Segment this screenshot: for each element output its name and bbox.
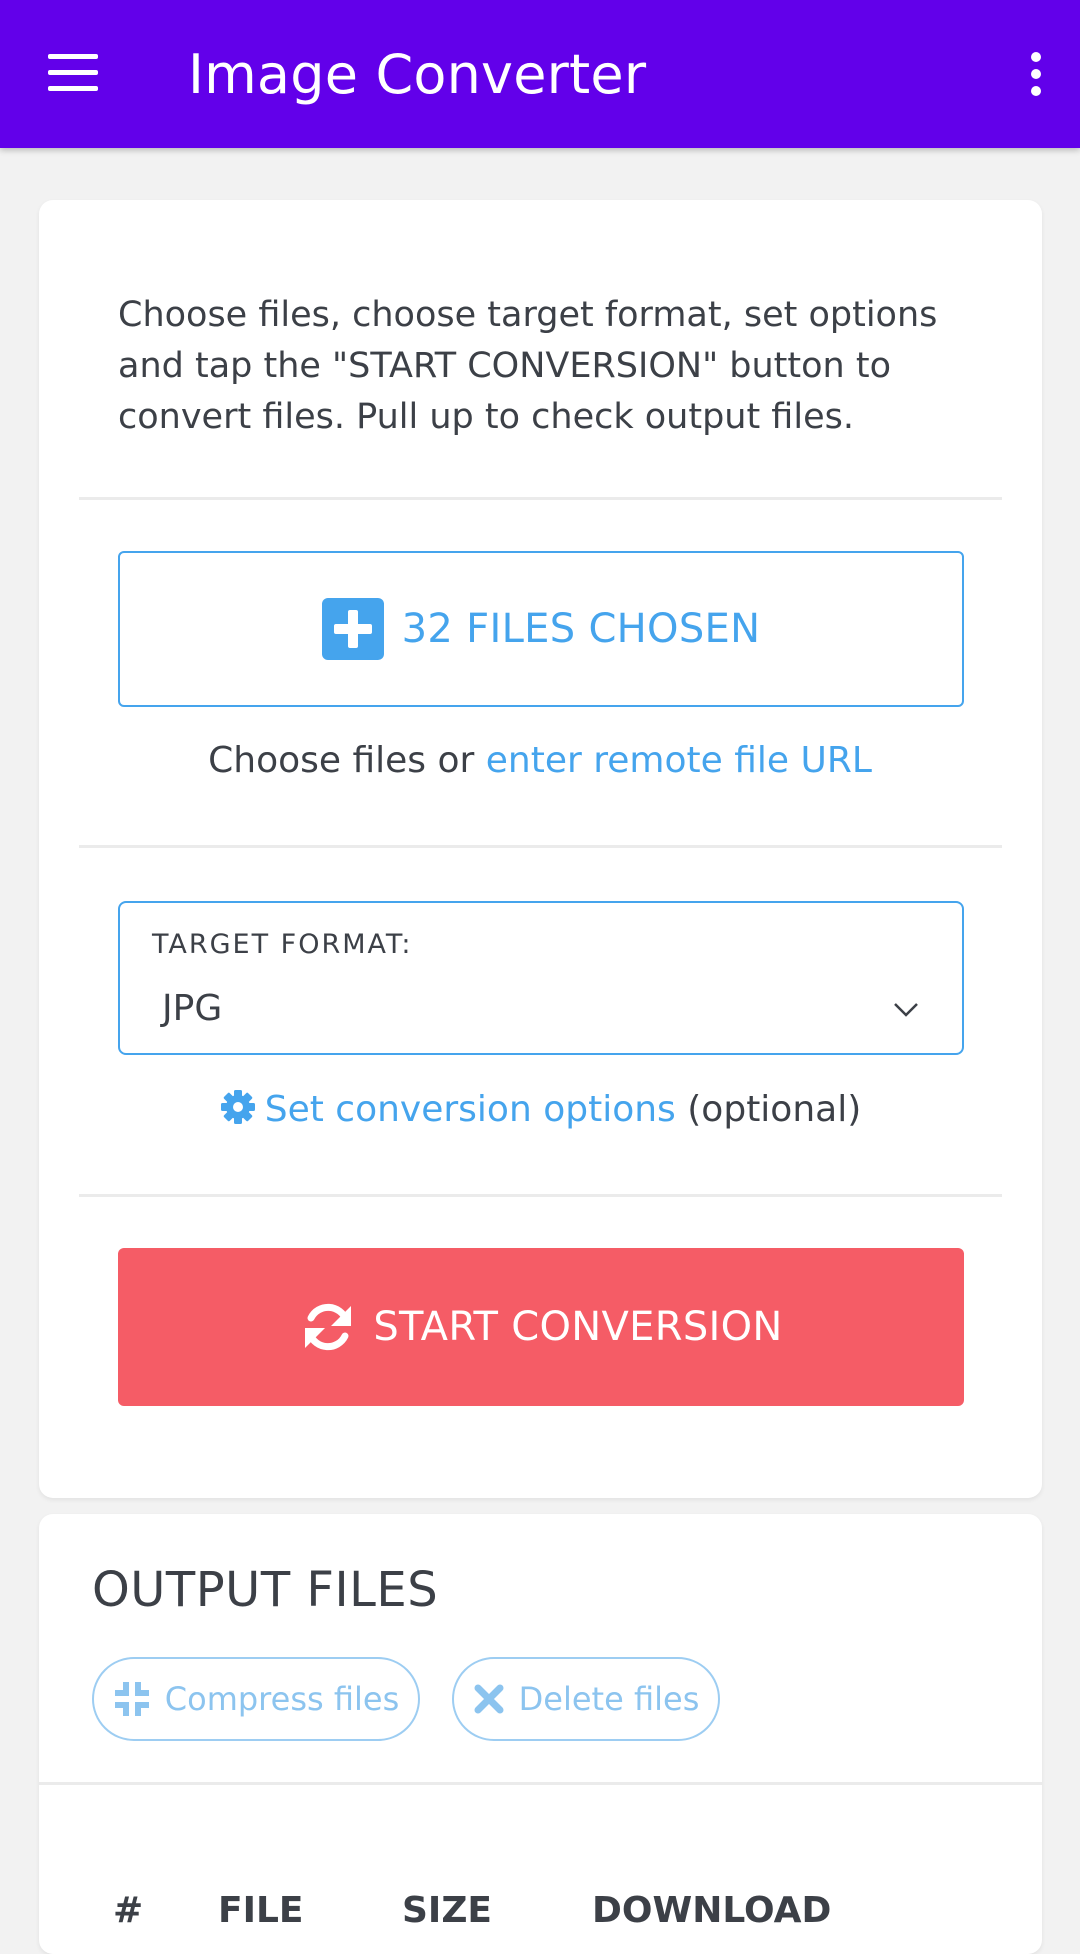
intro-text: Choose files, choose target format, set … (118, 295, 938, 437)
choose-files-label: 32 FILES CHOSEN (401, 606, 761, 652)
column-header-size: SIZE (402, 1890, 493, 1931)
chevron-down-icon (894, 1003, 918, 1017)
app-title: Image Converter (188, 43, 647, 106)
divider (79, 845, 1002, 848)
more-options-icon[interactable] (1014, 46, 1058, 102)
compress-files-label: Compress files (164, 1680, 400, 1718)
divider (79, 1194, 1002, 1197)
column-header-file: FILE (218, 1890, 304, 1931)
compress-icon (114, 1682, 149, 1716)
hamburger-menu-icon[interactable] (40, 48, 106, 100)
compress-files-button[interactable]: Compress files (92, 1657, 420, 1741)
sync-icon (305, 1303, 352, 1351)
divider (39, 1782, 1042, 1785)
delete-files-label: Delete files (518, 1680, 700, 1718)
choose-files-prefix: Choose files or (208, 740, 475, 781)
choose-files-button[interactable]: 32 FILES CHOSEN (118, 551, 964, 707)
target-format-value: JPG (162, 988, 223, 1029)
conversion-options-link[interactable]: Set conversion options (265, 1089, 676, 1130)
divider (79, 497, 1002, 500)
remote-url-link[interactable]: enter remote file URL (486, 740, 872, 781)
column-header-index: # (113, 1890, 144, 1931)
app-bar: Image Converter (0, 0, 1080, 148)
plus-square-icon (321, 598, 384, 660)
column-header-download: DOWNLOAD (592, 1890, 832, 1931)
close-icon (474, 1684, 504, 1714)
start-conversion-label: START CONVERSION (373, 1304, 783, 1350)
delete-files-button[interactable]: Delete files (452, 1657, 720, 1741)
target-format-label: TARGET FORMAT: (152, 929, 413, 960)
target-format-select[interactable]: TARGET FORMAT: JPG (118, 901, 964, 1055)
conversion-options-line: Set conversion options (optional) (0, 1084, 1080, 1136)
gear-icon (220, 1090, 255, 1124)
output-files-title: OUTPUT FILES (92, 1562, 439, 1618)
optional-note: (optional) (687, 1089, 862, 1130)
choose-files-hint: Choose files or enter remote file URL (0, 736, 1080, 786)
start-conversion-button[interactable]: START CONVERSION (118, 1248, 964, 1406)
